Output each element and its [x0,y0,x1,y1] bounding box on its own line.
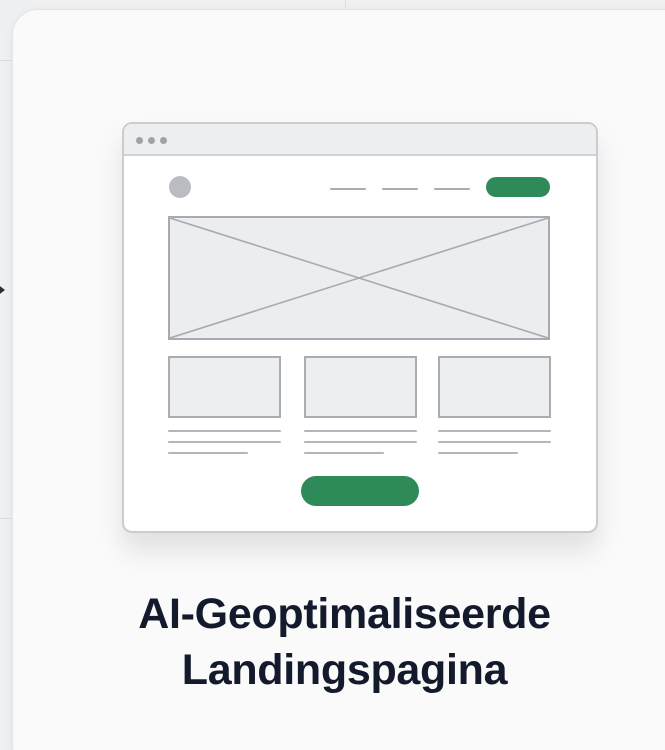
logo-placeholder-icon [169,176,191,198]
landing-page-wireframe-illustration [122,122,598,533]
nav-link-placeholder [434,188,470,190]
card-title-line-2: Landingspagina [181,646,508,694]
text-line-placeholder [168,452,248,454]
image-placeholder-icon [170,218,548,338]
chevron-right-icon[interactable] [0,283,5,297]
header-cta-placeholder [486,177,550,197]
card-title: AI-Geoptimaliseerde Landingspagina [12,586,665,698]
window-dot-icon [148,137,155,144]
feature-tile-placeholder [304,356,417,418]
feature-tile-placeholder [438,356,551,418]
text-line-placeholder [438,452,518,454]
text-line-placeholder [168,441,281,443]
hero-image-placeholder [168,216,550,340]
text-line-placeholder [304,430,417,432]
window-dot-icon [160,137,167,144]
primary-cta-placeholder [301,476,419,506]
text-line-placeholder [438,430,551,432]
text-line-placeholder [304,452,384,454]
canvas: AI-Geoptimaliseerde Landingspagina [0,0,665,750]
window-dot-icon [136,137,143,144]
card-title-line-1: AI-Geoptimaliseerde [138,590,551,638]
nav-link-placeholder [382,188,418,190]
text-line-placeholder [438,441,551,443]
feature-tile-placeholder [168,356,281,418]
nav-link-placeholder [330,188,366,190]
browser-title-bar [124,124,596,156]
text-line-placeholder [168,430,281,432]
background-divider [345,0,346,8]
text-line-placeholder [304,441,417,443]
